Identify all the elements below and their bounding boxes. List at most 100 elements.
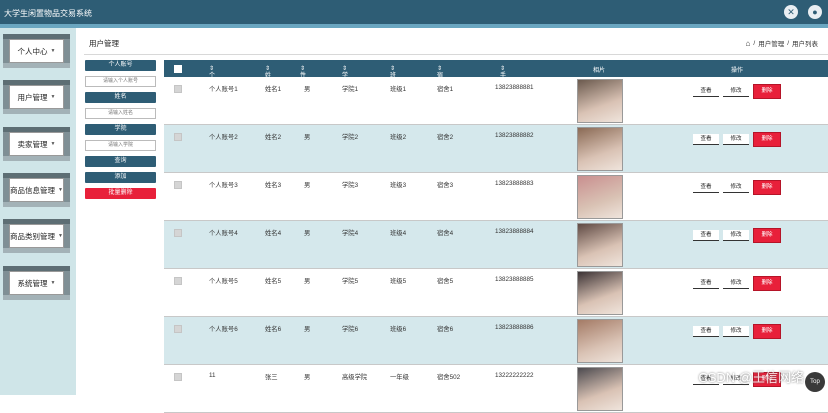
college-input[interactable]: 请输入学院 [85, 140, 156, 151]
table-row: 个人账号4 姓名4 男 学院4 班级4 宿舍4 13823888884 查看 修改 删除 [164, 221, 828, 269]
row-checkbox[interactable] [174, 373, 182, 381]
cell-account: 个人账号2 [209, 134, 238, 141]
edit-button[interactable]: 修改 [723, 182, 749, 193]
cell-class: 一年级 [390, 374, 409, 381]
user-photo [577, 223, 623, 267]
cell-name: 姓名1 [265, 86, 282, 93]
view-button[interactable]: 查看 [693, 230, 719, 241]
table-header: 个人账号 ⇕ 姓名 ⇕ 性别 ⇕ 学院 ⇕ 班级 ⇕ 宿舍 ⇕ 手机号码 ⇕ 相片 操作 [164, 60, 828, 106]
sidebar-item-seller-management[interactable]: 卖家管理 ▼ [3, 127, 70, 161]
top-bar: 大学生闲置物品交易系统 ✕ ● [0, 0, 828, 24]
cell-phone: 13823888881 [495, 84, 534, 91]
user-photo [577, 367, 623, 411]
cell-phone: 13823888883 [495, 180, 534, 187]
search-panel: 个人账号 请输入个人账号 姓名 请输入姓名 学院 请输入学院 查询 添加 批量删… [85, 60, 156, 204]
delete-button[interactable]: 删除 [753, 276, 781, 291]
breadcrumb-separator: / [753, 39, 756, 47]
column-header[interactable]: 性别 ⇕ [300, 65, 306, 88]
cell-name: 姓名2 [265, 134, 282, 141]
main-content: 用户管理 ⌂ / 用户管理 / 用户列表 个人账号 请输入个人账号 姓名 请输入… [76, 28, 828, 413]
column-header[interactable]: 宿舍 ⇕ [437, 65, 443, 88]
home-icon[interactable]: ⌂ [746, 39, 751, 48]
delete-button[interactable]: 删除 [753, 132, 781, 147]
table-row: 个人账号3 姓名3 男 学院3 班级3 宿舍3 13823888883 查看 修改 删除 [164, 173, 828, 221]
caret-down-icon: ▼ [50, 141, 56, 147]
cell-name: 张三 [265, 374, 278, 381]
cell-class: 班级4 [390, 230, 407, 237]
row-checkbox[interactable] [174, 277, 182, 285]
add-button[interactable]: 添加 [85, 172, 156, 183]
caret-down-icon: ▼ [58, 187, 63, 193]
column-header[interactable]: 手机号码 ⇕ [500, 65, 506, 106]
sidebar-item-product-info[interactable]: 商品信息管理 ▼ [3, 173, 70, 207]
cell-dorm: 宿舍2 [437, 134, 454, 141]
row-checkbox[interactable] [174, 85, 182, 93]
query-button[interactable]: 查询 [85, 156, 156, 167]
view-button[interactable]: 查看 [693, 182, 719, 193]
college-label: 学院 [85, 124, 156, 135]
cell-account: 个人账号3 [209, 182, 238, 189]
cell-dorm: 宿舍4 [437, 230, 454, 237]
cell-gender: 男 [304, 278, 311, 285]
column-header[interactable]: 班级 ⇕ [390, 65, 396, 88]
cell-college: 学院4 [342, 230, 359, 237]
name-label: 姓名 [85, 92, 156, 103]
sidebar-item-label: 商品类别管理 [10, 231, 56, 241]
caret-down-icon: ▼ [50, 94, 56, 100]
cell-dorm: 宿舍502 [437, 374, 461, 381]
view-button[interactable]: 查看 [693, 278, 719, 289]
cell-phone: 13823888882 [495, 132, 534, 139]
cell-college: 学院5 [342, 278, 359, 285]
name-input[interactable]: 请输入姓名 [85, 108, 156, 119]
user-photo [577, 79, 623, 123]
edit-button[interactable]: 修改 [723, 326, 749, 337]
row-checkbox[interactable] [174, 229, 182, 237]
account-input[interactable]: 请输入个人账号 [85, 76, 156, 87]
delete-button[interactable]: 删除 [753, 228, 781, 243]
table-row: 个人账号6 姓名6 男 学院6 班级6 宿舍6 13823888886 查看 修改 删除 [164, 317, 828, 365]
cell-dorm: 宿舍5 [437, 278, 454, 285]
row-checkbox[interactable] [174, 325, 182, 333]
column-header[interactable]: 姓名 ⇕ [265, 65, 271, 88]
sidebar-item-system[interactable]: 系统管理 ▼ [3, 266, 70, 300]
cell-dorm: 宿舍3 [437, 182, 454, 189]
sidebar-item-user-management[interactable]: 用户管理 ▼ [3, 80, 70, 114]
sidebar-item-personal-center[interactable]: 个人中心 ▼ [3, 34, 70, 68]
row-checkbox[interactable] [174, 181, 182, 189]
cell-dorm: 宿舍6 [437, 326, 454, 333]
view-button[interactable]: 查看 [693, 86, 719, 97]
edit-button[interactable]: 修改 [723, 230, 749, 241]
delete-button[interactable]: 删除 [753, 324, 781, 339]
breadcrumb-item[interactable]: 用户管理 [758, 38, 784, 48]
breadcrumb: ⌂ / 用户管理 / 用户列表 [746, 38, 818, 49]
view-button[interactable]: 查看 [693, 134, 719, 145]
edit-button[interactable]: 修改 [723, 86, 749, 97]
cell-gender: 男 [304, 374, 311, 381]
edit-button[interactable]: 修改 [723, 278, 749, 289]
app-title: 大学生闲置物品交易系统 [4, 9, 92, 18]
delete-button[interactable]: 删除 [753, 180, 781, 195]
user-photo [577, 271, 623, 315]
select-all-checkbox[interactable] [174, 65, 182, 73]
cell-class: 班级2 [390, 134, 407, 141]
cell-phone: 13823888886 [495, 324, 534, 331]
view-button[interactable]: 查看 [693, 326, 719, 337]
cell-class: 班级6 [390, 326, 407, 333]
sidebar-item-label: 卖家管理 [17, 139, 48, 149]
back-to-top-button[interactable]: Top [805, 372, 825, 392]
cell-college: 学院2 [342, 134, 359, 141]
cell-gender: 男 [304, 134, 311, 141]
sidebar-item-product-category[interactable]: 商品类别管理 ▼ [3, 219, 70, 253]
table-body: 个人账号1 姓名1 男学院1 班级1 宿舍1 13823888881 查看 修改 删除 个人账号2… [164, 77, 828, 413]
delete-button[interactable]: 删除 [753, 84, 781, 99]
user-icon[interactable]: ● [808, 5, 822, 19]
close-icon[interactable]: ✕ [784, 5, 798, 19]
column-header[interactable]: 学院 ⇕ [342, 65, 348, 88]
column-header[interactable]: 个人账号 ⇕ [209, 65, 215, 106]
row-checkbox[interactable] [174, 133, 182, 141]
edit-button[interactable]: 修改 [723, 134, 749, 145]
batch-delete-button[interactable]: 批量删除 [85, 188, 156, 199]
sidebar-item-label: 商品信息管理 [10, 185, 56, 195]
column-header: 操作 [731, 68, 744, 74]
cell-gender: 男 [304, 86, 311, 93]
